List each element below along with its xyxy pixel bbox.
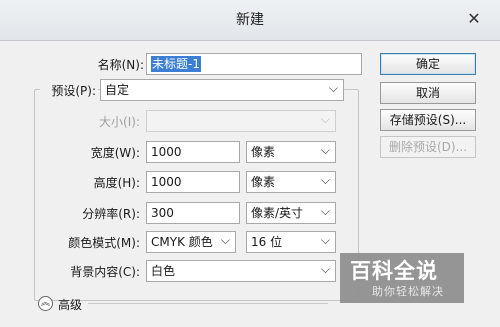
background-value: 白色 xyxy=(151,264,176,278)
name-field[interactable]: 未标题-1 xyxy=(146,53,362,75)
dialog-title: 新建 xyxy=(236,12,264,28)
size-select[interactable] xyxy=(146,110,336,132)
expand-advanced-icon[interactable]: ︽ xyxy=(38,296,53,311)
height-input[interactable]: 1000 xyxy=(146,171,240,193)
save-preset-button[interactable]: 存储预设(S)... xyxy=(380,109,476,131)
background-label: 背景内容(C): xyxy=(70,265,140,279)
delete-preset-button: 删除预设(D)... xyxy=(380,136,476,158)
height-unit-value: 像素 xyxy=(251,175,276,189)
color-mode-select[interactable]: CMYK 颜色 xyxy=(146,231,236,253)
ok-button[interactable]: 确定 xyxy=(380,53,476,75)
watermark-title: 百科全说 xyxy=(350,259,438,283)
advanced-label[interactable]: 高级 xyxy=(58,296,82,313)
width-input[interactable]: 1000 xyxy=(146,141,240,163)
preset-select[interactable]: 自定 xyxy=(100,79,344,101)
bit-depth-select[interactable]: 16 位 xyxy=(246,231,336,253)
name-value: 未标题-1 xyxy=(151,56,201,72)
cancel-button[interactable]: 取消 xyxy=(380,82,476,104)
size-label: 大小(I): xyxy=(99,115,140,129)
resolution-unit-value: 像素/英寸 xyxy=(251,206,304,220)
color-mode-label: 颜色模式(M): xyxy=(68,236,140,250)
width-unit-value: 像素 xyxy=(251,145,276,159)
resolution-input[interactable]: 300 xyxy=(146,202,240,224)
width-unit-select[interactable]: 像素 xyxy=(246,141,336,163)
bit-depth-value: 16 位 xyxy=(251,235,283,249)
name-label: 名称(N): xyxy=(97,58,144,72)
close-icon[interactable]: ✕ xyxy=(457,6,491,32)
height-label: 高度(H): xyxy=(93,176,140,190)
preset-label: 预设(P): xyxy=(40,82,98,99)
resolution-label: 分辨率(R): xyxy=(82,207,140,221)
preset-value: 自定 xyxy=(105,83,130,97)
color-mode-value: CMYK 颜色 xyxy=(151,235,213,249)
background-select[interactable]: 白色 xyxy=(146,260,336,282)
height-unit-select[interactable]: 像素 xyxy=(246,171,336,193)
resolution-unit-select[interactable]: 像素/英寸 xyxy=(246,202,336,224)
advanced-divider xyxy=(88,303,328,304)
width-label: 宽度(W): xyxy=(90,146,140,160)
watermark-subtitle: 助你轻松解决 xyxy=(372,285,444,298)
